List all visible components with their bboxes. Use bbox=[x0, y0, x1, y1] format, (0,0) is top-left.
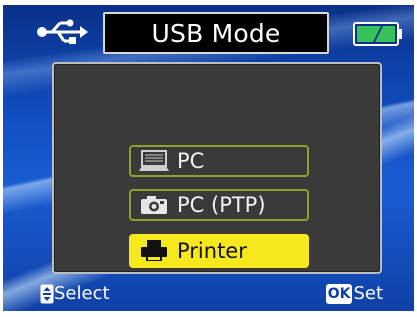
option-pc-label: PC bbox=[177, 149, 205, 173]
menu-panel: PC PC (PTP) Printer bbox=[52, 62, 382, 274]
usb-mode-screen: USB Mode PC PC (PTP) Printer Select OK S… bbox=[0, 0, 417, 317]
set-label: Set bbox=[353, 283, 383, 304]
set-hint: OK Set bbox=[325, 283, 383, 304]
select-hint: Select bbox=[40, 283, 110, 304]
page-title: USB Mode bbox=[151, 18, 281, 48]
camera-ptp-icon bbox=[139, 193, 169, 217]
battery-icon bbox=[353, 22, 402, 46]
frame-top-edge bbox=[0, 0, 417, 5]
dpad-icon bbox=[40, 284, 54, 303]
ok-button-icon: OK bbox=[325, 283, 353, 304]
option-pc-ptp[interactable]: PC (PTP) bbox=[129, 189, 309, 221]
printer-icon bbox=[139, 239, 169, 263]
title-bar: USB Mode bbox=[103, 12, 329, 54]
option-printer[interactable]: Printer bbox=[129, 234, 309, 268]
frame-bottom-edge bbox=[0, 311, 417, 317]
option-pc-ptp-label: PC (PTP) bbox=[177, 193, 266, 217]
option-printer-label: Printer bbox=[177, 239, 247, 263]
option-pc[interactable]: PC bbox=[129, 145, 309, 177]
usb-icon bbox=[37, 19, 88, 44]
frame-left-edge bbox=[0, 0, 3, 317]
laptop-icon bbox=[139, 149, 169, 173]
select-label: Select bbox=[54, 283, 110, 304]
